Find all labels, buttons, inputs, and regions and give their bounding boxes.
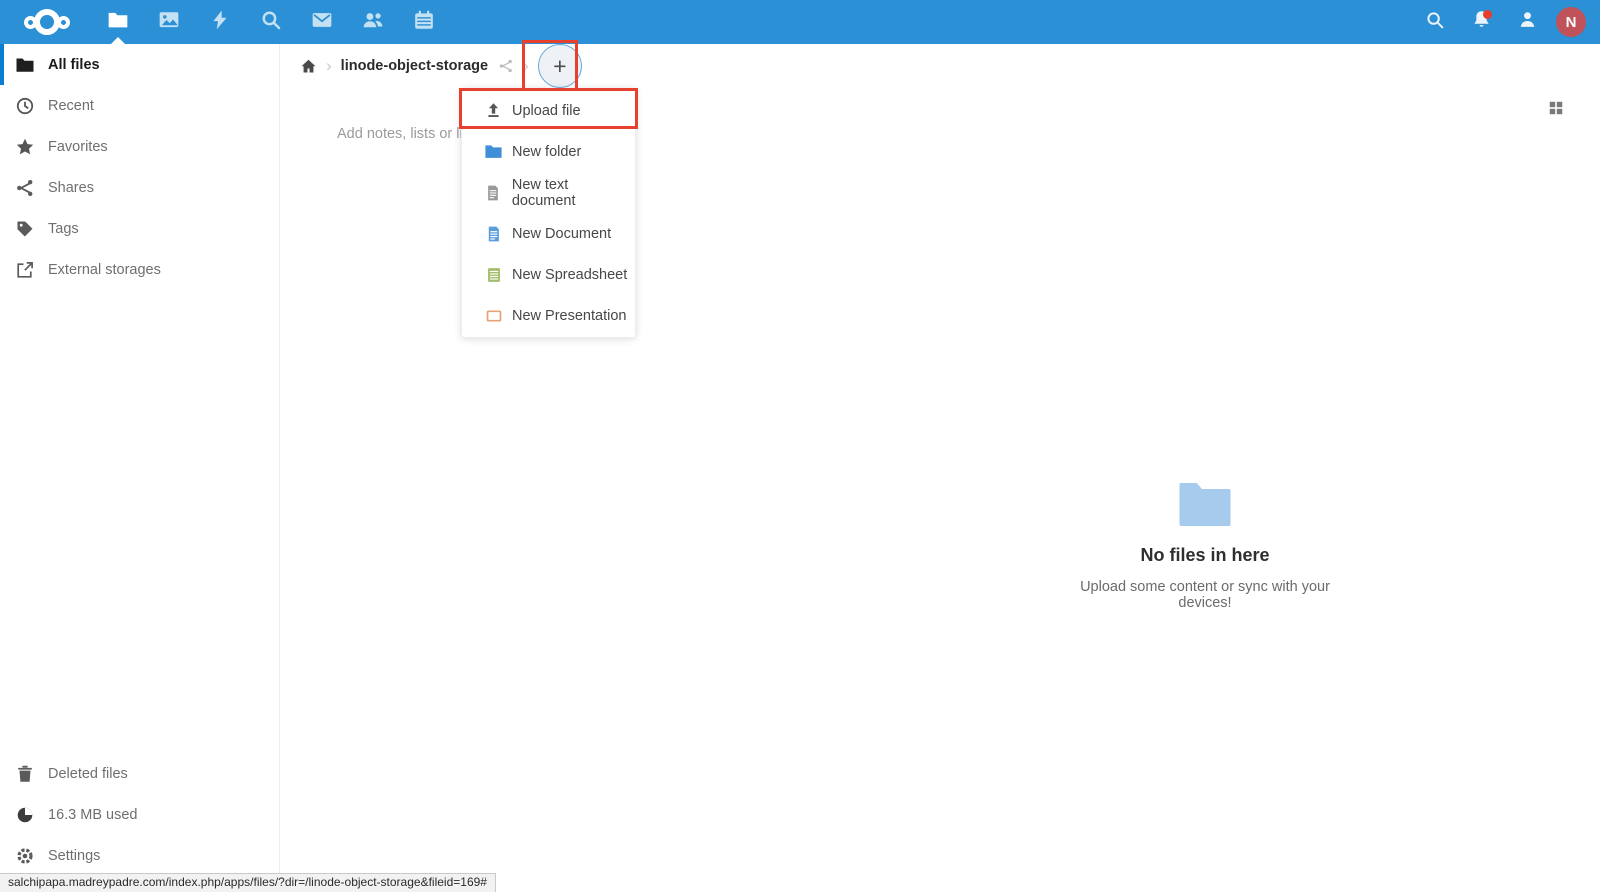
menu-item-label: New Document <box>512 226 611 242</box>
star-icon <box>15 137 35 157</box>
quota-pie-icon <box>15 805 35 825</box>
breadcrumb-separator: › <box>326 56 332 76</box>
document-icon <box>484 224 503 243</box>
share-icon <box>15 178 35 198</box>
spreadsheet-icon <box>484 265 503 284</box>
menu-item-label: Upload file <box>512 103 581 119</box>
external-link-icon <box>15 260 35 280</box>
sidebar-footer: Deleted files 16.3 MB used Settings <box>0 753 279 876</box>
app-icon-row <box>92 0 449 44</box>
menu-item-new-spreadsheet[interactable]: New Spreadsheet <box>462 254 635 295</box>
folder-blue-icon <box>484 142 503 161</box>
sidebar-item-settings[interactable]: Settings <box>0 835 279 876</box>
sidebar-item-label: Tags <box>48 221 79 237</box>
folder-icon <box>107 9 129 36</box>
sidebar-item-label: Recent <box>48 98 94 114</box>
notifications-button[interactable] <box>1458 0 1504 44</box>
logo-circle-center <box>34 9 60 35</box>
top-header-bar: N <box>0 0 1600 44</box>
sidebar-item-label: Deleted files <box>48 766 128 782</box>
menu-item-label: New Presentation <box>512 308 626 324</box>
notes-hint-text: Add notes, lists or lin <box>337 126 471 142</box>
sidebar-item-label: All files <box>48 57 100 73</box>
menu-item-label: New folder <box>512 144 581 160</box>
menu-item-new-document[interactable]: New Document <box>462 213 635 254</box>
upload-icon <box>484 101 503 120</box>
menu-item-upload-file[interactable]: Upload file <box>462 90 635 131</box>
presentation-icon <box>484 306 503 325</box>
search-icon <box>1425 10 1445 35</box>
app-activity-button[interactable] <box>194 0 245 44</box>
gear-icon <box>15 846 35 866</box>
sidebar-item-deleted-files[interactable]: Deleted files <box>0 753 279 794</box>
sidebar-item-external-storages[interactable]: External storages <box>0 249 279 290</box>
header-right-actions: N <box>1412 0 1600 44</box>
sidebar-item-shares[interactable]: Shares <box>0 167 279 208</box>
app-calendar-button[interactable] <box>398 0 449 44</box>
tag-icon <box>15 219 35 239</box>
nextcloud-logo-icon[interactable] <box>16 9 78 35</box>
sidebar-item-label: Shares <box>48 180 94 196</box>
app-photos-button[interactable] <box>143 0 194 44</box>
sidebar-item-label: Favorites <box>48 139 108 155</box>
sidebar-item-label: Settings <box>48 848 100 864</box>
browser-status-bar-url: salchipapa.madreypadre.com/index.php/app… <box>0 873 496 892</box>
new-file-button[interactable]: + <box>538 44 582 88</box>
sidebar-item-tags[interactable]: Tags <box>0 208 279 249</box>
nextcloud-files-page: N All files Recent Favorites <box>0 0 1600 892</box>
empty-state-subtitle: Upload some content or sync with your de… <box>1055 579 1355 611</box>
app-contacts-button[interactable] <box>347 0 398 44</box>
notification-unread-dot <box>1483 10 1492 19</box>
photos-icon <box>158 9 180 36</box>
search-button[interactable] <box>1412 0 1458 44</box>
clock-icon <box>15 96 35 116</box>
breadcrumb-folder-name[interactable]: linode-object-storage <box>341 58 488 74</box>
new-file-menu: Upload file New folder New text document… <box>461 88 636 338</box>
menu-item-label: New Spreadsheet <box>512 267 627 283</box>
share-icon[interactable] <box>498 58 514 74</box>
grid-view-toggle-button[interactable] <box>1548 100 1564 121</box>
files-sidebar: All files Recent Favorites Shares Tags <box>0 44 280 892</box>
big-folder-icon <box>1178 514 1232 531</box>
sidebar-item-label: External storages <box>48 262 161 278</box>
menu-item-new-folder[interactable]: New folder <box>462 131 635 172</box>
magnifier-icon <box>260 9 282 36</box>
home-icon[interactable] <box>300 58 317 75</box>
lightning-icon <box>209 9 231 36</box>
breadcrumb-separator: › <box>523 56 529 76</box>
app-mail-button[interactable] <box>296 0 347 44</box>
active-indicator-bar <box>0 44 4 85</box>
empty-folder-state: No files in here Upload some content or … <box>1055 480 1355 611</box>
sidebar-item-favorites[interactable]: Favorites <box>0 126 279 167</box>
app-files-button[interactable] <box>92 0 143 44</box>
sidebar-item-recent[interactable]: Recent <box>0 85 279 126</box>
text-document-icon <box>484 183 503 202</box>
calendar-icon <box>413 9 435 36</box>
app-search-button[interactable] <box>245 0 296 44</box>
sidebar-item-all-files[interactable]: All files <box>0 44 279 85</box>
trash-icon <box>15 764 35 784</box>
people-icon <box>362 9 384 36</box>
folder-icon <box>15 55 35 75</box>
menu-item-new-text-document[interactable]: New text document <box>462 172 635 213</box>
menu-item-new-presentation[interactable]: New Presentation <box>462 295 635 336</box>
contacts-menu-button[interactable] <box>1504 0 1550 44</box>
breadcrumb: › linode-object-storage › + <box>281 44 582 88</box>
menu-item-label: New text document <box>512 177 635 209</box>
user-avatar[interactable]: N <box>1556 7 1586 37</box>
person-icon <box>1517 9 1538 35</box>
empty-state-title: No files in here <box>1055 545 1355 566</box>
sidebar-item-label: 16.3 MB used <box>48 807 137 823</box>
envelope-icon <box>311 9 333 36</box>
sidebar-item-quota[interactable]: 16.3 MB used <box>0 794 279 835</box>
